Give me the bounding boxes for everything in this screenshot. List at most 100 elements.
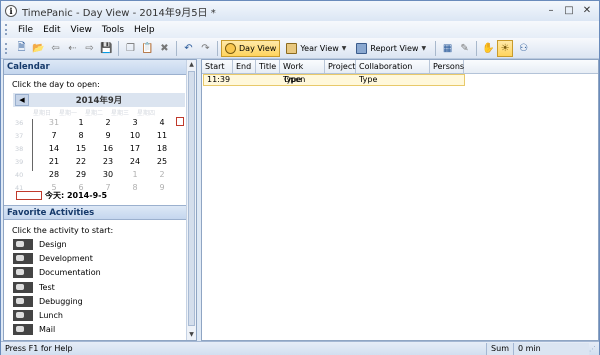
activity-item[interactable]: Test	[4, 280, 187, 294]
users-icon[interactable]: ⚇	[517, 41, 531, 55]
app-info-icon[interactable]: i	[5, 5, 17, 17]
calendar-day[interactable]: 16	[99, 144, 117, 153]
calendar-day[interactable]: 30	[99, 170, 117, 179]
chevron-down-icon[interactable]: ▼	[342, 45, 347, 52]
menu-edit[interactable]: Edit	[38, 25, 65, 35]
calendar-day[interactable]: 11	[153, 131, 171, 140]
week-number: 39	[15, 158, 24, 166]
left-panel: Calendar Click the day to open: ◀ 2014年9…	[3, 59, 197, 341]
calendar-day[interactable]: 17	[126, 144, 144, 153]
calendar-day[interactable]: 18	[153, 144, 171, 153]
col-title[interactable]: Title	[256, 60, 280, 73]
calendar-hint: Click the day to open:	[12, 80, 100, 89]
chevron-down-icon[interactable]: ▼	[421, 45, 426, 52]
col-collaboration-type[interactable]: Collaboration Type	[356, 60, 430, 84]
hand-icon[interactable]: ✋	[482, 41, 496, 55]
new-document-icon[interactable]: 🗎	[15, 41, 29, 55]
activity-item[interactable]: Development	[4, 251, 187, 265]
menu-view[interactable]: View	[66, 25, 97, 35]
forward-icon[interactable]: ⇨	[83, 41, 97, 55]
year-view-button[interactable]: Year View ▼	[282, 40, 350, 57]
report-view-button[interactable]: Report View ▼	[352, 40, 430, 57]
calendar-day[interactable]: 1	[126, 170, 144, 179]
calendar-day[interactable]: 22	[72, 157, 90, 166]
col-persons[interactable]: Persons	[430, 60, 464, 73]
back-step-icon[interactable]: ⇠	[66, 41, 80, 55]
today-swatch	[16, 191, 42, 200]
today-link[interactable]: 今天: 2014-9-5	[16, 190, 107, 201]
activity-item[interactable]: Debugging	[4, 294, 187, 308]
calendar-day[interactable]: 29	[72, 170, 90, 179]
calendar-day[interactable]: 8	[72, 131, 90, 140]
calendar-day[interactable]: 3	[126, 118, 144, 127]
back-icon[interactable]: ⇦	[49, 41, 63, 55]
calendar-day[interactable]: 25	[153, 157, 171, 166]
left-scrollbar[interactable]: ▲ ▼	[186, 60, 196, 340]
calendar-day[interactable]: 14	[45, 144, 63, 153]
close-icon[interactable]: ✕	[579, 4, 595, 18]
edit-activity-icon[interactable]: ✎	[458, 41, 472, 55]
toolbar-separator	[435, 40, 437, 56]
week-number: 37	[15, 132, 24, 140]
calendar-grid: 星期日 星期一 星期二 星期三 星期四 36 37 38 39 40 41 31…	[13, 107, 185, 192]
calendar-day[interactable]: 24	[126, 157, 144, 166]
copy-icon[interactable]: ❐	[124, 41, 138, 55]
calendar-month: 2014年9月	[75, 96, 123, 106]
menu-tools[interactable]: Tools	[97, 25, 129, 35]
minimize-icon[interactable]: –	[543, 4, 559, 18]
grid-header: Start End Title Work Type Project Collab…	[202, 60, 598, 84]
today-marker[interactable]	[176, 117, 184, 126]
open-icon[interactable]: 📂	[32, 41, 46, 55]
activity-label: Mail	[39, 325, 56, 335]
week-number: 36	[15, 119, 24, 127]
cell-project	[326, 75, 357, 85]
calendar-day[interactable]: 7	[45, 131, 63, 140]
calendar-day[interactable]: 1	[72, 118, 90, 127]
save-icon[interactable]: 💾	[100, 41, 114, 55]
calendar-day[interactable]: 15	[72, 144, 90, 153]
add-activity-icon[interactable]: ▦	[441, 41, 455, 55]
day-header: 星期日	[33, 110, 52, 117]
col-start[interactable]: Start	[202, 60, 233, 73]
paste-icon[interactable]: 📋	[141, 41, 155, 55]
calendar-day[interactable]: 9	[99, 131, 117, 140]
maximize-icon[interactable]: □	[561, 4, 577, 18]
undo-icon[interactable]: ↶	[182, 41, 196, 55]
menu-file[interactable]: File	[13, 25, 38, 35]
calendar-day[interactable]: 28	[45, 170, 63, 179]
calendar-day[interactable]: 2	[99, 118, 117, 127]
calendar-day[interactable]: 2	[153, 170, 171, 179]
resize-grip-icon[interactable]: ⋰	[589, 345, 599, 353]
activity-item[interactable]: Lunch	[4, 308, 187, 322]
activity-item[interactable]: Documentation	[4, 266, 187, 280]
redo-icon[interactable]: ↷	[199, 41, 213, 55]
calendar-day[interactable]: 23	[99, 157, 117, 166]
col-end[interactable]: End	[233, 60, 256, 73]
calendar-day[interactable]: 9	[153, 183, 171, 192]
scroll-down-icon[interactable]: ▼	[187, 330, 196, 340]
col-project[interactable]: Project	[325, 60, 356, 73]
lightbulb-toggle-button[interactable]: ☀	[497, 39, 514, 57]
col-work-type[interactable]: Work Type	[280, 60, 325, 84]
activity-item[interactable]: Mail	[4, 323, 187, 337]
today-label: 今天: 2014-9-5	[45, 191, 108, 200]
calendar-day[interactable]: 8	[126, 183, 144, 192]
toolbar-grip-icon[interactable]	[5, 42, 8, 54]
documentation-icon	[13, 267, 33, 279]
delete-icon[interactable]: ✖	[158, 41, 172, 55]
calendar-day[interactable]: 31	[45, 118, 63, 127]
report-view-label: Report View	[370, 43, 419, 53]
calendar-day[interactable]: 10	[126, 131, 144, 140]
calendar-day[interactable]: 21	[45, 157, 63, 166]
day-view-button[interactable]: Day View	[221, 39, 281, 57]
scroll-up-icon[interactable]: ▲	[187, 60, 196, 70]
table-row[interactable]: 11:39 Open	[203, 74, 465, 86]
menu-grip-icon[interactable]	[5, 24, 8, 35]
favorites-hint: Click the activity to start:	[12, 226, 114, 235]
menu-help[interactable]: Help	[129, 25, 160, 35]
scroll-thumb[interactable]	[188, 71, 195, 326]
week-number: 38	[15, 145, 24, 153]
activity-item[interactable]: Design	[4, 237, 187, 251]
calendar-icon	[286, 42, 298, 54]
calendar-day[interactable]: 4	[153, 118, 171, 127]
